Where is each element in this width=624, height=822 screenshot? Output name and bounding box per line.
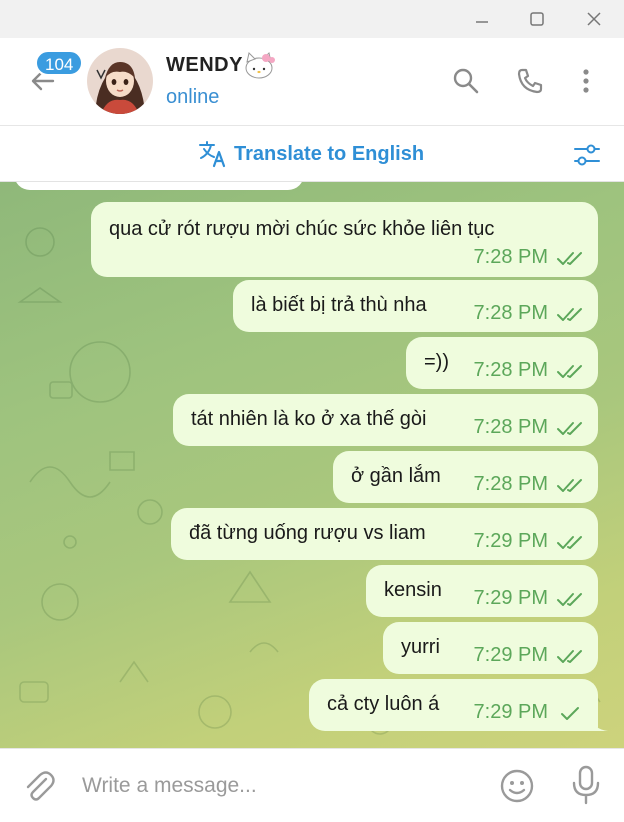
double-check-icon: [557, 307, 582, 321]
message-meta: 7:29 PM: [474, 530, 586, 553]
message-bubble[interactable]: yurri 7:29 PM: [383, 622, 598, 674]
more-options-button[interactable]: [569, 64, 603, 98]
message-time: 7:29 PM: [473, 530, 548, 552]
message-text: yurri: [401, 636, 440, 658]
emoji-button[interactable]: [498, 767, 536, 805]
contact-status: online: [166, 86, 220, 108]
double-check-icon: [557, 421, 582, 435]
message-bubble[interactable]: là biết bị trả thù nha 7:28 PM: [233, 280, 598, 332]
translate-label: Translate to English: [234, 142, 425, 165]
message-meta: 7:28 PM: [474, 246, 586, 269]
message-time: 7:28 PM: [473, 416, 548, 438]
search-button[interactable]: [449, 64, 483, 98]
message-bubble[interactable]: ở gần lắm 7:28 PM: [333, 451, 598, 503]
message-meta: 7:29 PM: [474, 644, 586, 667]
chat-area[interactable]: qua cử rót rượu mời chúc sức khỏe liên t…: [0, 182, 624, 748]
maximize-button[interactable]: [517, 4, 557, 34]
message-meta: 7:28 PM: [474, 302, 586, 325]
translate-settings-button[interactable]: [571, 139, 603, 171]
double-check-icon: [557, 478, 582, 492]
chat-header: 104 WENDY online: [0, 38, 624, 126]
contact-name[interactable]: WENDY: [166, 54, 243, 77]
translate-button[interactable]: Translate to English: [198, 138, 424, 170]
message-bubble[interactable]: =)) 7:28 PM: [406, 337, 598, 389]
message-input[interactable]: [82, 767, 462, 805]
message-bubble[interactable]: kensin 7:29 PM: [366, 565, 598, 617]
message-bubble[interactable]: cả cty luôn á 7:29 PM: [309, 679, 608, 731]
message-meta: 7:29 PM: [474, 701, 586, 724]
message-meta: 7:28 PM: [474, 416, 586, 439]
message-text: =)): [424, 351, 449, 373]
message-text: kensin: [384, 579, 442, 601]
message-time: 7:28 PM: [473, 246, 548, 268]
double-check-icon: [557, 364, 582, 378]
search-icon: [453, 68, 479, 94]
check-icon: [561, 706, 579, 720]
message-time: 7:28 PM: [473, 473, 548, 495]
message-bubble[interactable]: đã từng uống rượu vs liam 7:29 PM: [171, 508, 598, 560]
message-text: là biết bị trả thù nha: [251, 294, 427, 316]
message-text: cả cty luôn á: [327, 693, 440, 715]
maximize-icon: [530, 12, 544, 26]
double-check-icon: [557, 251, 582, 265]
phone-icon: [517, 68, 543, 94]
previous-message-bubble: [14, 182, 304, 190]
message-meta: 7:28 PM: [474, 473, 586, 496]
message-time: 7:28 PM: [473, 302, 548, 324]
message-text: đã từng uống rượu vs liam: [189, 522, 426, 544]
double-check-icon: [557, 649, 582, 663]
minimize-button[interactable]: [462, 4, 502, 34]
sliders-icon: [574, 144, 600, 166]
message-meta: 7:29 PM: [474, 587, 586, 610]
message-bubble[interactable]: qua cử rót rượu mời chúc sức khỏe liên t…: [91, 202, 598, 277]
double-check-icon: [557, 592, 582, 606]
voice-message-button[interactable]: [568, 763, 604, 807]
more-vertical-icon: [583, 69, 589, 93]
message-text: ở gần lắm: [351, 465, 441, 487]
unread-count-badge: 104: [35, 50, 84, 76]
message-time: 7:29 PM: [473, 701, 548, 723]
attach-button[interactable]: [20, 767, 58, 805]
call-button[interactable]: [513, 64, 547, 98]
message-text: tát nhiên là ko ở xa thế gòi: [191, 408, 427, 430]
minimize-icon: [476, 21, 488, 23]
bubble-tail: [590, 715, 608, 731]
message-text: qua cử rót rượu mời chúc sức khỏe liên t…: [109, 218, 495, 240]
avatar[interactable]: [87, 48, 153, 114]
hello-kitty-emoji-icon: [242, 50, 276, 82]
message-time: 7:29 PM: [473, 587, 548, 609]
close-button[interactable]: [574, 4, 614, 34]
translate-bar: Translate to English: [0, 126, 624, 182]
message-time: 7:28 PM: [473, 359, 548, 381]
message-composer: [0, 748, 624, 822]
translate-icon: [199, 141, 226, 168]
smile-icon: [500, 769, 534, 803]
double-check-icon: [557, 535, 582, 549]
close-icon: [587, 12, 601, 26]
microphone-icon: [572, 765, 600, 805]
window-titlebar: [0, 0, 624, 38]
message-time: 7:29 PM: [473, 644, 548, 666]
message-meta: 7:28 PM: [474, 359, 586, 382]
paperclip-icon: [26, 771, 55, 801]
message-bubble[interactable]: tát nhiên là ko ở xa thế gòi 7:28 PM: [173, 394, 598, 446]
